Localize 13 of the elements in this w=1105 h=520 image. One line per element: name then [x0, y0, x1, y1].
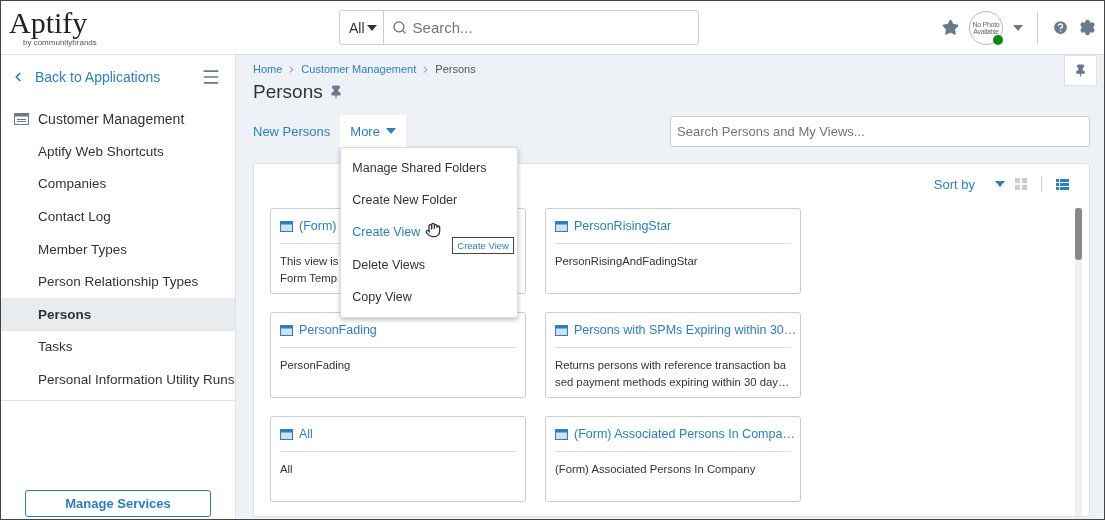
card-description-line: PersonRisingAndFadingStar — [555, 255, 698, 267]
card-description-line: sed payment methods expiring within 30 day… — [555, 376, 790, 388]
section-title: Customer Management — [38, 111, 185, 127]
card-description-line: Returns persons with reference transaction ba — [555, 359, 787, 371]
card-description-line: This view is — [280, 255, 339, 267]
tooltip: Create View — [452, 237, 514, 255]
card-description-line: All — [280, 463, 293, 475]
page-title: Persons — [253, 81, 323, 103]
logo: Aptify by communitybrands — [9, 8, 98, 47]
card-description-line: (Form) Associated Persons In Company — [555, 463, 756, 475]
card-description-line: Form Temp — [280, 272, 337, 284]
card-description-line: PersonFading — [280, 359, 351, 371]
breadcrumb-current-page: Persons — [435, 63, 476, 75]
